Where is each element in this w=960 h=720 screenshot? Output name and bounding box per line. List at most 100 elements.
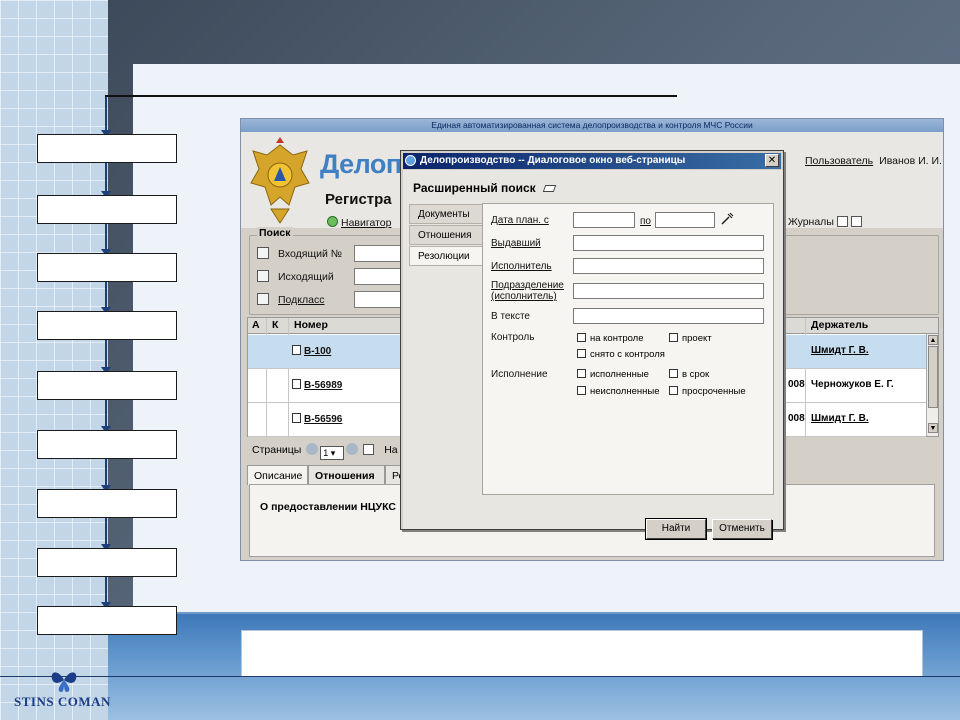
flow-step-box (37, 311, 177, 340)
slide-title-underline (105, 95, 677, 97)
browser-icon (405, 155, 416, 166)
table-scrollbar[interactable]: ▲ ▼ (926, 334, 938, 436)
system-banner: Единая автоматизированная система делопр… (241, 119, 943, 132)
date-to-label[interactable]: по (640, 216, 651, 227)
document-number-link[interactable]: В-56989 (292, 379, 342, 391)
overdue-checkbox[interactable]: просроченные (669, 386, 746, 397)
flow-step-box (37, 371, 177, 400)
calendar-picker-icon[interactable] (721, 212, 734, 225)
off-control-checkbox[interactable]: снято с контроля (577, 349, 665, 360)
side-tab-resolutions[interactable]: Резолюции (409, 246, 483, 266)
executor-label[interactable]: Исполнитель (491, 261, 552, 272)
dialog-heading: Расширенный поиск (413, 181, 556, 195)
executor-input[interactable] (573, 258, 764, 274)
flow-arrow (101, 518, 111, 551)
prev-page-icon[interactable] (306, 443, 319, 455)
division-input[interactable] (573, 283, 764, 299)
side-tab-relations[interactable]: Отношения (409, 225, 483, 245)
date-to-input[interactable] (655, 212, 715, 228)
find-button[interactable]: Найти (645, 518, 707, 540)
next-page-icon[interactable] (346, 443, 359, 455)
flow-arrow (101, 459, 111, 492)
on-control-checkbox[interactable]: на контроле (577, 333, 644, 344)
eraser-icon[interactable] (542, 185, 556, 192)
flow-step-box (37, 195, 177, 224)
holder-cell: Черножуков Е. Г. (811, 379, 894, 390)
document-icon (292, 345, 301, 355)
col-k-header[interactable]: К (272, 319, 278, 331)
slide-bottom-rule (0, 676, 960, 677)
tab-description[interactable]: Описание (247, 465, 308, 485)
scroll-thumb[interactable] (928, 346, 938, 408)
document-icon (292, 379, 301, 389)
page-select[interactable]: 1 ▾ (320, 446, 345, 460)
in-text-input[interactable] (573, 308, 764, 324)
flow-step-box (37, 606, 177, 635)
in-text-label: В тексте (491, 311, 530, 322)
search-legend: Поиск (257, 227, 293, 239)
control-label: Контроль (491, 332, 535, 343)
date-cell: 008 (788, 413, 805, 424)
company-logo-text: STINS COMAN (14, 694, 111, 709)
advanced-search-dialog: Делопроизводство -- Диалоговое окно веб-… (400, 150, 784, 540)
flow-arrow (101, 163, 111, 198)
flow-arrow (101, 282, 111, 314)
tab-relations[interactable]: Отношения (308, 465, 385, 485)
outbox-icon (257, 270, 269, 282)
col-number-header[interactable]: Номер (294, 319, 328, 331)
refresh-icon[interactable] (363, 444, 375, 455)
document-description: О предоставлении НЦУКС (260, 501, 396, 513)
issuer-input[interactable] (573, 235, 764, 251)
flow-arrow (101, 400, 111, 433)
executed-checkbox[interactable]: исполненные (577, 369, 649, 380)
in-time-checkbox[interactable]: в срок (669, 369, 709, 380)
date-cell: 008 (788, 379, 805, 390)
side-tab-documents[interactable]: Документы (409, 204, 483, 224)
project-checkbox[interactable]: проект (669, 333, 712, 344)
scroll-down-arrow-icon[interactable]: ▼ (928, 423, 938, 433)
navigator-link[interactable]: Навигатор (327, 216, 391, 229)
cancel-button[interactable]: Отменить (712, 519, 772, 539)
company-logo-icon (51, 672, 77, 692)
scroll-up-arrow-icon[interactable]: ▲ (928, 335, 938, 345)
flow-arrow (101, 577, 111, 609)
document-number-link[interactable]: В-100 (292, 345, 331, 357)
col-holder-header[interactable]: Держатель (811, 319, 868, 331)
division-label[interactable]: Подразделение (исполнитель) (491, 280, 564, 302)
not-executed-checkbox[interactable]: неисполненные (577, 386, 659, 397)
dialog-title-bar[interactable]: Делопроизводство -- Диалоговое окно веб-… (403, 153, 781, 169)
print-icon[interactable] (836, 216, 848, 227)
flow-step-box (37, 489, 177, 518)
search-row-subclass[interactable]: Подкласс (257, 293, 324, 306)
inbox-icon (257, 247, 269, 259)
outgoing-number-input[interactable] (354, 268, 404, 285)
col-a-header[interactable]: А (252, 319, 260, 331)
section-title: Регистра (325, 191, 392, 208)
emergency-ministry-emblem-icon (250, 137, 310, 224)
flow-arrow (101, 224, 111, 256)
date-from-label[interactable]: Дата план. с (491, 215, 549, 226)
incoming-number-input[interactable] (354, 245, 404, 262)
user-link[interactable]: Пользователь (805, 155, 873, 167)
issuer-label[interactable]: Выдавший (491, 238, 541, 249)
document-icon (292, 413, 301, 423)
subclass-input[interactable] (354, 291, 404, 308)
holder-link[interactable]: Шмидт Г. В. (811, 345, 869, 356)
journals-link[interactable]: Журналы (788, 216, 862, 228)
user-info: Пользователь Иванов И. И. (805, 155, 942, 167)
subclass-icon (257, 293, 269, 305)
flow-step-box (37, 430, 177, 459)
document-number-link[interactable]: В-56596 (292, 413, 342, 425)
report-icon[interactable] (850, 216, 862, 227)
close-icon[interactable]: ✕ (765, 154, 779, 167)
flow-step-box (37, 253, 177, 282)
slide-caption-box (241, 630, 923, 677)
pager: Страницы 1 ▾ На (252, 443, 398, 460)
holder-link[interactable]: Шмидт Г. В. (811, 413, 869, 424)
search-row-incoming: Входящий № (257, 247, 342, 260)
date-from-input[interactable] (573, 212, 635, 228)
pager-next-label: На (384, 444, 398, 456)
decor-stripe (108, 612, 960, 614)
search-form: Дата план. с по Выдавший Исполнитель Под… (482, 203, 774, 495)
flow-step-box (37, 134, 177, 163)
